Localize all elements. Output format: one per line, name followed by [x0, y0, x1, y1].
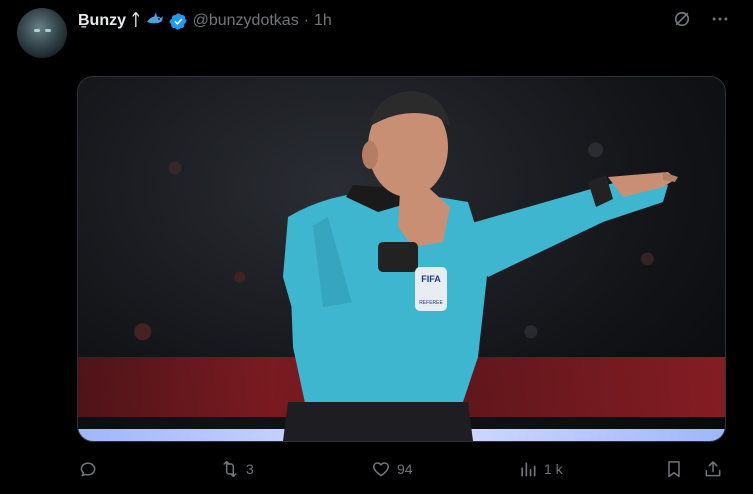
fifa-badge-text: FIFA [421, 274, 441, 284]
more-options-icon[interactable] [709, 8, 731, 30]
bookmark-button[interactable] [664, 454, 684, 484]
avatar[interactable] [17, 8, 67, 58]
avatar-eye-right [45, 29, 51, 32]
reply-icon [80, 462, 96, 477]
share-icon [705, 461, 721, 477]
shark-emoji-icon [146, 11, 164, 31]
avatar-eye-left [34, 29, 40, 32]
views-count: 1 k [544, 461, 563, 477]
reply-button[interactable] [78, 454, 104, 484]
views-chart-icon [521, 462, 536, 477]
timestamp[interactable]: 1h [314, 12, 332, 30]
bookmark-icon [668, 461, 680, 478]
fifa-badge-subtext: REFEREE [419, 300, 443, 306]
heart-icon [372, 462, 390, 477]
like-button[interactable]: 94 [371, 454, 413, 484]
tweet-actions: 3 94 1 k [0, 454, 753, 484]
retweet-icon [223, 460, 237, 478]
grok-icon[interactable] [671, 8, 693, 30]
retweet-count: 3 [246, 461, 254, 477]
author-handle[interactable]: @bunzydotkas [193, 12, 299, 30]
tweet-header: Ḇunzy ᛏ @bunzydotkas · 1h [78, 10, 332, 32]
separator-dot: · [303, 12, 310, 29]
author-name-suffix: ᛏ [131, 12, 141, 29]
tweet-top-actions [671, 8, 731, 30]
verified-badge-icon [169, 12, 188, 31]
like-count: 94 [397, 461, 413, 477]
tweet-text [78, 38, 728, 60]
retweet-button[interactable]: 3 [220, 454, 254, 484]
referee-figure: FIFA REFEREE [283, 91, 678, 441]
share-button[interactable] [703, 454, 723, 484]
views-button[interactable]: 1 k [518, 454, 563, 484]
author-display-name[interactable]: Ḇunzy [78, 12, 126, 30]
tweet-media[interactable]: FIFA REFEREE [77, 76, 726, 442]
